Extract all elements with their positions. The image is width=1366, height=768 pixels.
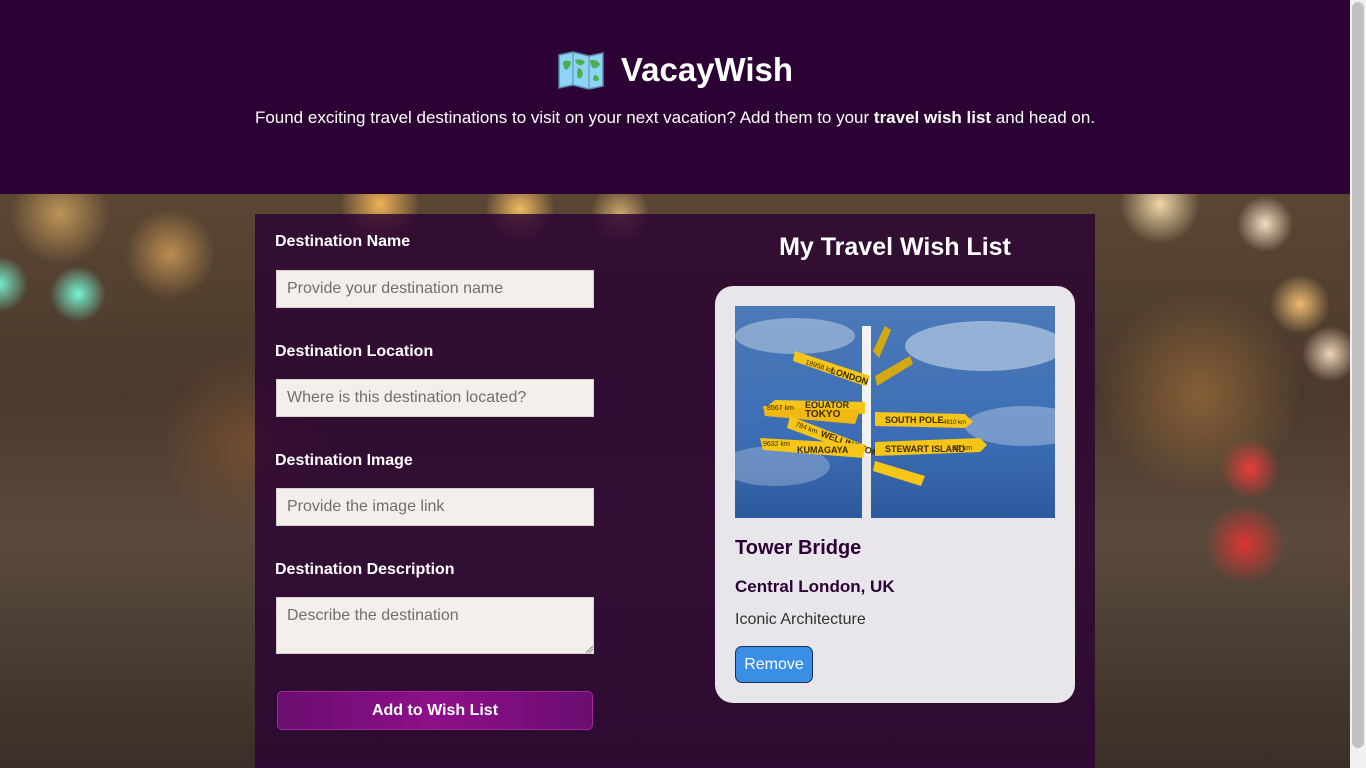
destination-description: Iconic Architecture xyxy=(735,611,866,628)
sign-text-south-pole: SOUTH POLE xyxy=(885,415,944,425)
destination-location: Central London, UK xyxy=(735,577,895,596)
resize-grip-icon[interactable] xyxy=(585,645,593,653)
remove-button[interactable]: Remove xyxy=(735,646,813,683)
destination-name: Tower Bridge xyxy=(735,537,862,559)
sign-text-tokyo: TOKYO xyxy=(805,409,841,420)
tagline-suffix: and head on. xyxy=(991,108,1096,127)
scrollbar-thumb[interactable] xyxy=(1352,2,1364,748)
destination-name-input[interactable] xyxy=(276,270,594,308)
add-to-wish-list-button[interactable]: Add to Wish List xyxy=(277,691,593,730)
wish-list-title: My Travel Wish List xyxy=(779,233,1011,261)
app-name: VacayWish xyxy=(620,51,794,88)
site-header: VacayWish Found exciting travel destinat… xyxy=(0,0,1350,194)
tagline-prefix: Found exciting travel destinations to vi… xyxy=(254,108,874,127)
destination-description-label: Destination Description xyxy=(275,561,455,578)
brand: VacayWish xyxy=(0,50,1350,90)
destination-image-label: Destination Image xyxy=(275,452,413,469)
sign-text-9632: 9632 km xyxy=(763,441,790,448)
destination-location-label: Destination Location xyxy=(275,343,434,360)
sign-text-4810: 4810 km xyxy=(943,420,966,426)
tagline: Found exciting travel destinations to vi… xyxy=(0,108,1350,128)
world-map-icon xyxy=(558,51,604,90)
sign-text-kumagaya: KUMAGAYA xyxy=(797,445,849,455)
destination-name-label: Destination Name xyxy=(275,233,411,250)
sign-text-35: 35 km xyxy=(953,445,972,452)
tagline-bold: travel wish list xyxy=(873,108,992,127)
destination-description-textarea[interactable] xyxy=(276,597,594,654)
destination-location-input[interactable] xyxy=(276,379,594,417)
sign-text-8567: 8567 km xyxy=(767,405,794,412)
scrollbar[interactable] xyxy=(1350,0,1366,768)
destination-image-input[interactable] xyxy=(276,488,594,526)
signpost-image: 18958 km LONDON EQUATOR 8567 km TOKYO 78… xyxy=(735,306,1055,518)
